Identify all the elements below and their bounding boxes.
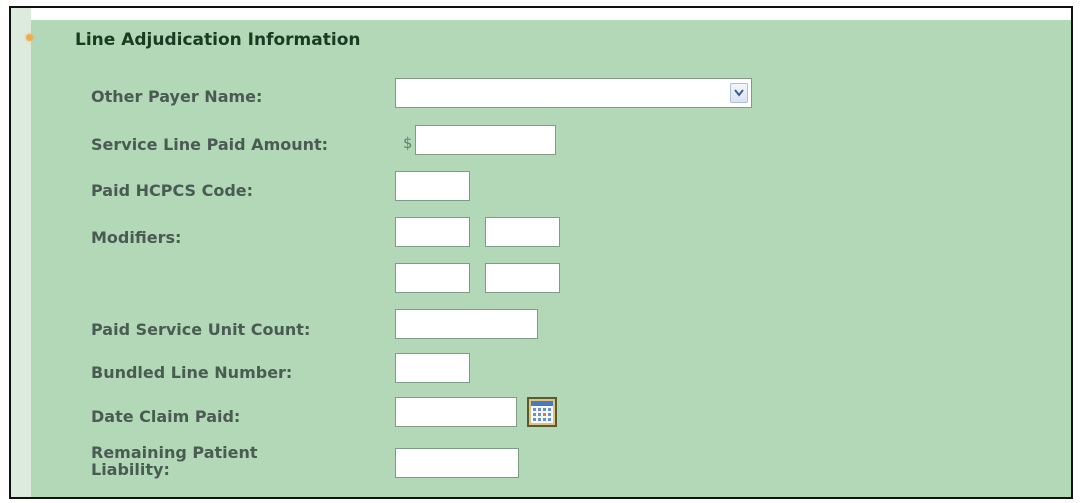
form-frame: Line Adjudication Information Other Paye… — [9, 6, 1073, 499]
paid-hcpcs-code-label: Paid HCPCS Code: — [91, 181, 254, 200]
bundled-line-number-label: Bundled Line Number: — [91, 363, 293, 382]
remaining-patient-liability-label: Remaining Patient Liability: — [91, 444, 258, 478]
section-title: Line Adjudication Information — [75, 30, 361, 50]
other-payer-name-select[interactable] — [395, 78, 752, 108]
remaining-patient-liability-label-line2: Liability: — [91, 460, 170, 479]
remaining-patient-liability-label-line1: Remaining Patient — [91, 443, 258, 462]
left-gutter — [11, 8, 31, 497]
date-claim-paid-label: Date Claim Paid: — [91, 407, 241, 426]
date-claim-paid-input[interactable] — [395, 397, 517, 427]
modifier-2-input[interactable] — [485, 217, 560, 247]
other-payer-name-label: Other Payer Name: — [91, 87, 263, 106]
section-bullet-icon — [26, 34, 33, 41]
modifiers-label: Modifiers: — [91, 228, 182, 247]
currency-symbol: $ — [403, 134, 413, 152]
chevron-down-icon[interactable] — [730, 83, 748, 103]
paid-hcpcs-code-input[interactable] — [395, 171, 470, 201]
calendar-icon[interactable] — [527, 397, 557, 427]
paid-service-unit-count-label: Paid Service Unit Count: — [91, 320, 311, 339]
modifier-4-input[interactable] — [485, 263, 560, 293]
remaining-patient-liability-input[interactable] — [395, 448, 519, 478]
service-line-paid-amount-label: Service Line Paid Amount: — [91, 135, 329, 154]
modifier-3-input[interactable] — [395, 263, 470, 293]
service-line-paid-amount-input[interactable] — [415, 125, 556, 155]
modifier-1-input[interactable] — [395, 217, 470, 247]
bundled-line-number-input[interactable] — [395, 353, 470, 383]
paid-service-unit-count-input[interactable] — [395, 309, 538, 339]
